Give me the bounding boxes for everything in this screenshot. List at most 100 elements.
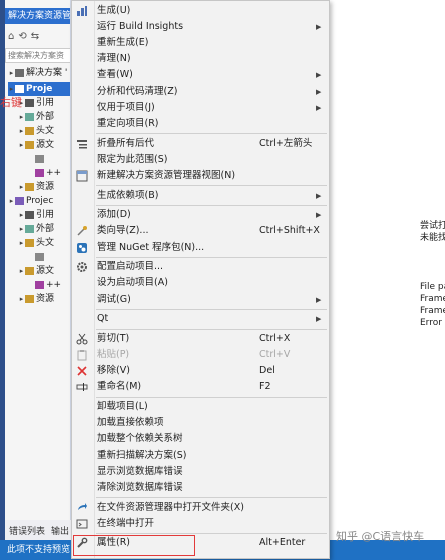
menu-item-shortcut: Ctrl+左箭头 — [259, 137, 313, 149]
tree-item-icon — [25, 239, 34, 247]
tree-item[interactable]: ▸ 解决方案 ' — [8, 66, 70, 80]
tree-item-label: 头文 — [36, 126, 55, 136]
menu-item-25[interactable]: 剪切(T) Ctrl+X — [72, 331, 329, 347]
menu-item-3[interactable]: 清理(N) — [72, 51, 329, 67]
search-input[interactable]: 搜索解决方案资 — [5, 48, 70, 63]
tree-item[interactable]: ▸ 外部 — [18, 110, 70, 124]
tree-item-icon — [35, 253, 44, 261]
menu-item-10[interactable]: 限定为此范围(S) — [72, 152, 329, 168]
menu-item-4[interactable]: 查看(W) ▶ — [72, 67, 329, 83]
menu-item-label: Qt — [97, 313, 109, 325]
menu-item-33[interactable]: 重新扫描解决方案(S) — [72, 448, 329, 464]
menu-item-34[interactable]: 显示浏览数据库错误 — [72, 464, 329, 480]
tree-item[interactable]: ▸ 引用 — [18, 96, 70, 110]
tree-item-label: 源文 — [36, 140, 55, 150]
tree-item[interactable]: ▸ 引用 — [18, 208, 70, 222]
tree-item[interactable]: ▸ 头文 — [18, 236, 70, 250]
solution-explorer-title[interactable]: 解决方案资源管 — [5, 8, 70, 24]
menu-item-26[interactable]: 粘贴(P) Ctrl+V — [72, 347, 329, 363]
menu-item-16[interactable]: 类向导(Z)... Ctrl+Shift+X — [72, 223, 329, 239]
tree-item[interactable]: ▸ Projec — [8, 194, 70, 208]
tree-item-icon — [35, 281, 44, 289]
expand-arrow-icon[interactable]: ▸ — [18, 264, 25, 278]
menu-item-15[interactable]: 添加(D) ▶ — [72, 207, 329, 223]
tree-item[interactable]: ++ — [28, 278, 70, 292]
open-folder-icon — [76, 502, 89, 514]
sync-icon[interactable]: ⟲ — [18, 31, 26, 42]
expand-arrow-icon[interactable]: ▸ — [8, 194, 15, 208]
menu-item-35[interactable]: 清除浏览数据库错误 — [72, 480, 329, 496]
menu-item-label: 加载直接依赖项 — [97, 417, 164, 429]
tree-item[interactable]: ▸ 资源 — [18, 292, 70, 306]
expand-arrow-icon[interactable]: ▸ — [18, 222, 25, 236]
menu-item-30[interactable]: 卸载项目(L) — [72, 399, 329, 415]
expand-arrow-icon[interactable]: ▸ — [18, 236, 25, 250]
menu-separator — [96, 397, 327, 398]
menu-item-label: 添加(D) — [97, 209, 131, 221]
editor-text-line: Frame — [420, 294, 445, 304]
tree-item-icon — [15, 69, 24, 77]
menu-item-27[interactable]: 移除(V) Del — [72, 363, 329, 379]
context-menu: 生成(U) 运行 Build Insights ▶ 重新生成(E) 清理(N) 查看(W)… — [71, 0, 330, 559]
switch-view-icon[interactable]: ⇆ — [31, 31, 39, 42]
expand-arrow-icon[interactable]: ▸ — [18, 180, 25, 194]
menu-item-23[interactable]: Qt ▶ — [72, 311, 329, 327]
menu-item-label: 卸载项目(L) — [97, 401, 148, 413]
tree-item[interactable]: ▸ 外部 — [18, 222, 70, 236]
tree-item[interactable] — [28, 152, 70, 166]
menu-item-label: 限定为此范围(S) — [97, 153, 168, 165]
menu-item-31[interactable]: 加载直接依赖项 — [72, 415, 329, 431]
menu-item-32[interactable]: 加载整个依赖关系树 — [72, 431, 329, 447]
watermark: 知乎 @C语言快车 — [336, 530, 425, 543]
menu-item-0[interactable]: 生成(U) — [72, 3, 329, 19]
tree-item[interactable]: ▸ 源文 — [18, 138, 70, 152]
menu-item-38[interactable]: 在终端中打开 — [72, 516, 329, 532]
bottom-tabs: 错误列表 输出 — [5, 520, 71, 540]
menu-item-11[interactable]: 新建解决方案资源管理器视图(N) — [72, 168, 329, 184]
menu-item-label: 分析和代码清理(Z) — [97, 85, 178, 97]
expand-arrow-icon[interactable]: ▸ — [18, 208, 25, 222]
tree-item[interactable] — [28, 250, 70, 264]
menu-separator — [96, 328, 327, 330]
tree-item[interactable]: ▸ 头文 — [18, 124, 70, 138]
properties-highlight-box — [73, 535, 195, 556]
menu-item-17[interactable]: 管理 NuGet 程序包(N)... — [72, 240, 329, 256]
menu-item-21[interactable]: 调试(G) ▶ — [72, 292, 329, 308]
tree-item-label: 引用 — [36, 98, 55, 108]
tab-output[interactable]: 输出 — [51, 524, 69, 537]
menu-item-5[interactable]: 分析和代码清理(Z) ▶ — [72, 84, 329, 100]
menu-item-1[interactable]: 运行 Build Insights ▶ — [72, 19, 329, 35]
tree-item-label: 源文 — [36, 266, 55, 276]
menu-item-37[interactable]: 在文件资源管理器中打开文件夹(X) — [72, 500, 329, 516]
tree-item-icon — [15, 197, 24, 205]
menu-item-19[interactable]: 配置启动项目... — [72, 259, 329, 275]
menu-item-7[interactable]: 重定向项目(R) — [72, 116, 329, 132]
expand-arrow-icon[interactable]: ▸ — [8, 66, 15, 80]
submenu-arrow-icon: ▶ — [316, 295, 322, 304]
menu-separator — [96, 309, 327, 311]
home-icon[interactable]: ⌂ — [8, 31, 14, 42]
menu-item-2[interactable]: 重新生成(E) — [72, 35, 329, 51]
solution-explorer: 解决方案资源管 ⌂ ⟲ ⇆ 搜索解决方案资 ▸ 解决方案 ' ▸ Proje ▸ 引用 ▸ 外… — [5, 0, 71, 540]
tree-item[interactable]: ▸ 资源 — [18, 180, 70, 194]
menu-item-20[interactable]: 设为启动项目(A) — [72, 275, 329, 291]
tree-item-icon — [25, 211, 34, 219]
expand-arrow-icon[interactable]: ▸ — [18, 124, 25, 138]
tree-item-icon — [25, 295, 34, 303]
solution-explorer-toolbar: ⌂ ⟲ ⇆ — [5, 26, 70, 46]
tree-item[interactable]: ▸ 源文 — [18, 264, 70, 278]
expand-arrow-icon[interactable]: ▸ — [18, 138, 25, 152]
menu-item-6[interactable]: 仅用于项目(J) ▶ — [72, 100, 329, 116]
tree-item-icon — [25, 113, 34, 121]
menu-item-label: 在文件资源管理器中打开文件夹(X) — [97, 501, 244, 513]
menu-item-13[interactable]: 生成依赖项(B) ▶ — [72, 188, 329, 204]
tree-item[interactable]: ++ — [28, 166, 70, 180]
paste-icon — [76, 349, 89, 361]
menu-item-28[interactable]: 重命名(M) F2 — [72, 379, 329, 395]
menu-item-9[interactable]: 折叠所有后代 Ctrl+左箭头 — [72, 136, 329, 152]
tab-error-list[interactable]: 错误列表 — [9, 524, 45, 537]
tree-item-icon — [25, 183, 34, 191]
menu-item-shortcut: F2 — [259, 381, 271, 393]
expand-arrow-icon[interactable]: ▸ — [18, 292, 25, 306]
expand-arrow-icon[interactable]: ▸ — [18, 110, 25, 124]
